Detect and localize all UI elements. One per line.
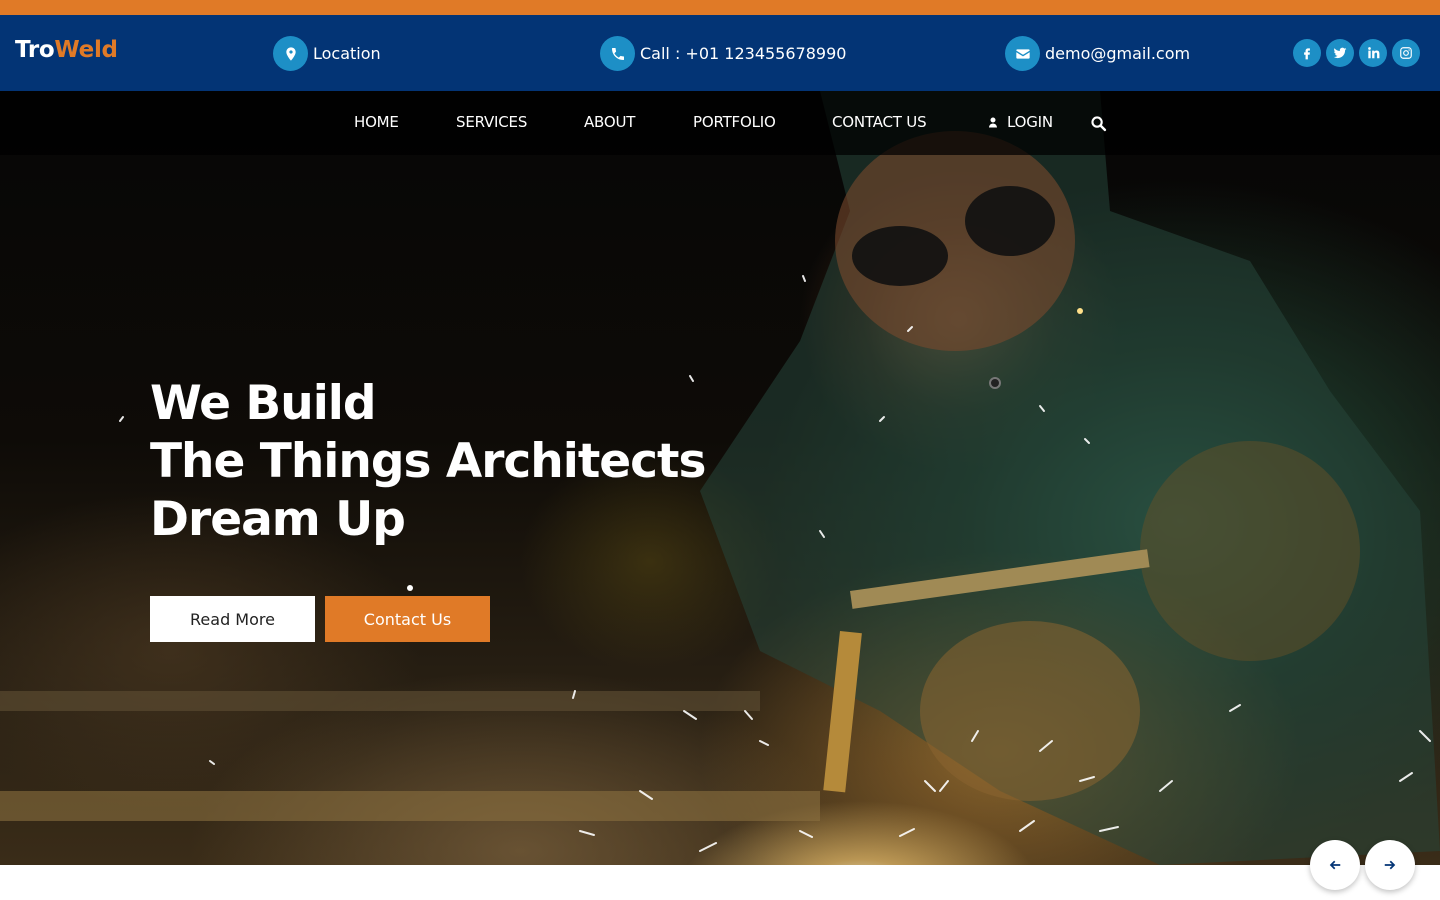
hero-headline-line2: The Things Architects — [150, 434, 706, 489]
email-info[interactable]: demo@gmail.com — [1005, 36, 1190, 71]
contact-us-button[interactable]: Contact Us — [325, 596, 490, 642]
social-links — [1293, 39, 1420, 67]
phone-info[interactable]: Call : +01 123455678990 — [600, 36, 846, 71]
phone-icon — [600, 36, 635, 71]
nav-item-login[interactable]: LOGIN — [987, 113, 1053, 131]
envelope-icon — [1005, 36, 1040, 71]
map-marker-icon — [273, 36, 308, 71]
nav-item-about[interactable]: ABOUT — [584, 113, 635, 131]
info-bar: TroWeld Location Call : +01 123455678990… — [0, 15, 1440, 91]
hero-headline-line3: Dream Up — [150, 492, 406, 547]
nav-item-portfolio[interactable]: PORTFOLIO — [693, 113, 776, 131]
search-icon[interactable] — [1090, 115, 1107, 132]
email-text: demo@gmail.com — [1045, 44, 1191, 63]
hero-headline-line1: We Build — [150, 376, 377, 431]
hero-headline: We Build The Things Architects Dream Up — [150, 375, 706, 549]
hero-section: HOME SERVICES ABOUT PORTFOLIO CONTACT US… — [0, 91, 1440, 865]
brand-logo[interactable]: TroWeld — [15, 37, 118, 63]
main-navbar: HOME SERVICES ABOUT PORTFOLIO CONTACT US… — [0, 91, 1440, 155]
brand-logo-part2: Weld — [54, 37, 118, 63]
slider-next-button[interactable] — [1365, 840, 1415, 890]
linkedin-icon[interactable] — [1359, 39, 1387, 67]
brand-logo-part1: Tro — [15, 37, 55, 63]
slider-prev-button[interactable] — [1310, 840, 1360, 890]
nav-item-services[interactable]: SERVICES — [456, 113, 527, 131]
instagram-icon[interactable] — [1392, 39, 1420, 67]
user-icon — [989, 117, 997, 127]
login-label: LOGIN — [1007, 113, 1053, 131]
nav-item-home[interactable]: HOME — [354, 113, 399, 131]
facebook-icon[interactable] — [1293, 39, 1321, 67]
arrow-right-icon — [1384, 860, 1396, 870]
arrow-left-icon — [1329, 860, 1341, 870]
phone-text: Call : +01 123455678990 — [640, 44, 847, 63]
nav-item-contact-us[interactable]: CONTACT US — [832, 113, 927, 131]
read-more-button[interactable]: Read More — [150, 596, 315, 642]
location-text: Location — [313, 44, 381, 63]
top-accent-stripe — [0, 0, 1440, 15]
twitter-icon[interactable] — [1326, 39, 1354, 67]
location-info[interactable]: Location — [273, 36, 381, 71]
